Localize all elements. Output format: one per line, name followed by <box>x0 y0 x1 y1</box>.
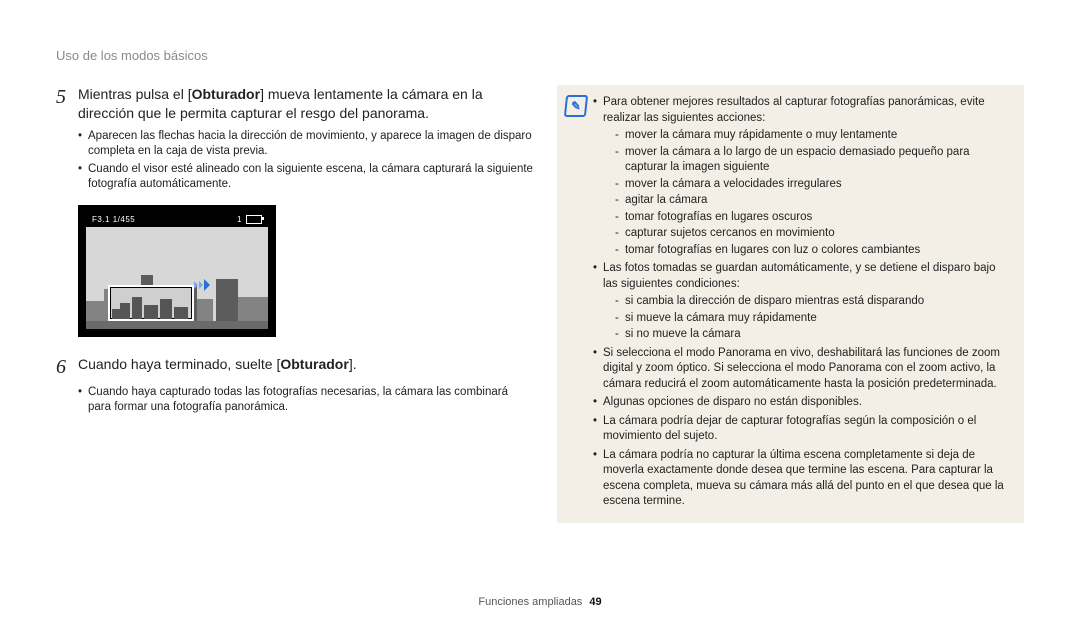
note-subitem: si no mueve la cámara <box>615 327 1012 343</box>
step5-bullets: Aparecen las flechas hacia la dirección … <box>56 129 533 193</box>
note-box: ✎ Para obtener mejores resultados al cap… <box>557 85 1024 523</box>
preview-inner: F3.1 1/455 1 <box>86 213 268 329</box>
note-item: Algunas opciones de disparo no están dis… <box>593 395 1012 411</box>
step6-bullets: Cuando haya capturado todas las fotograf… <box>56 385 533 416</box>
step6-bold: Obturador <box>280 356 348 372</box>
note-item: La cámara podría no capturar la última e… <box>593 448 1012 510</box>
step-number: 5 <box>56 85 78 109</box>
left-column: 5 Mientras pulsa el [Obturador] mueva le… <box>56 85 533 523</box>
step5-pre: Mientras pulsa el [ <box>78 86 192 102</box>
preview-scene <box>86 227 268 329</box>
note-list: Para obtener mejores resultados al captu… <box>593 95 1012 510</box>
right-column: ✎ Para obtener mejores resultados al cap… <box>557 85 1024 523</box>
note-sublist: si cambia la dirección de disparo mientr… <box>603 294 1012 343</box>
preview-status-bar: F3.1 1/455 1 <box>86 213 268 227</box>
two-column-layout: 5 Mientras pulsa el [Obturador] mueva le… <box>56 85 1024 523</box>
note-subitem: tomar fotografías en lugares con luz o c… <box>615 243 1012 259</box>
note-subitem: mover la cámara a velocidades irregulare… <box>615 177 1012 193</box>
step5-bold: Obturador <box>192 86 260 102</box>
note-sublist: mover la cámara muy rápidamente o muy le… <box>603 128 1012 258</box>
note-item: Para obtener mejores resultados al captu… <box>593 95 1012 258</box>
note-subitem: tomar fotografías en lugares oscuros <box>615 210 1012 226</box>
bullet: Cuando el visor esté alineado con la sig… <box>78 162 533 193</box>
direction-arrow-icon <box>194 279 210 291</box>
battery-icon <box>246 215 262 224</box>
page-number: 49 <box>589 596 601 608</box>
exposure-readout: F3.1 1/455 <box>92 215 135 224</box>
manual-page: Uso de los modos básicos 5 Mientras puls… <box>0 0 1080 630</box>
note-subitem: si cambia la dirección de disparo mientr… <box>615 294 1012 310</box>
camera-preview-illustration: F3.1 1/455 1 <box>78 205 276 337</box>
footer-section: Funciones ampliadas <box>478 596 582 608</box>
page-footer: Funciones ampliadas 49 <box>0 596 1080 608</box>
note-subitem: si mueve la cámara muy rápidamente <box>615 311 1012 327</box>
note-subitem: mover la cámara muy rápidamente o muy le… <box>615 128 1012 144</box>
note-icon: ✎ <box>564 95 588 117</box>
step-text: Mientras pulsa el [Obturador] mueva lent… <box>78 85 533 123</box>
note-subitem: mover la cámara a lo largo de un espacio… <box>615 145 1012 176</box>
street-icon <box>86 321 268 329</box>
counter-icon: 1 <box>237 215 242 224</box>
step-6: 6 Cuando haya terminado, suelte [Obturad… <box>56 355 533 379</box>
panorama-thumbnail <box>108 285 194 321</box>
note-text: Para obtener mejores resultados al captu… <box>603 96 985 124</box>
step6-pre: Cuando haya terminado, suelte [ <box>78 356 280 372</box>
page-header: Uso de los modos básicos <box>56 48 1024 63</box>
step-number: 6 <box>56 355 78 379</box>
step-text: Cuando haya terminado, suelte [Obturador… <box>78 355 357 374</box>
note-subitem: capturar sujetos cercanos en movimiento <box>615 226 1012 242</box>
bullet: Aparecen las flechas hacia la dirección … <box>78 129 533 160</box>
note-item: Las fotos tomadas se guardan automáticam… <box>593 261 1012 343</box>
note-subitem: agitar la cámara <box>615 193 1012 209</box>
bullet: Cuando haya capturado todas las fotograf… <box>78 385 533 416</box>
note-item: La cámara podría dejar de capturar fotog… <box>593 414 1012 445</box>
step-5: 5 Mientras pulsa el [Obturador] mueva le… <box>56 85 533 123</box>
note-item: Si selecciona el modo Panorama en vivo, … <box>593 346 1012 393</box>
step6-post: ]. <box>349 356 357 372</box>
note-text: Las fotos tomadas se guardan automáticam… <box>603 262 996 290</box>
